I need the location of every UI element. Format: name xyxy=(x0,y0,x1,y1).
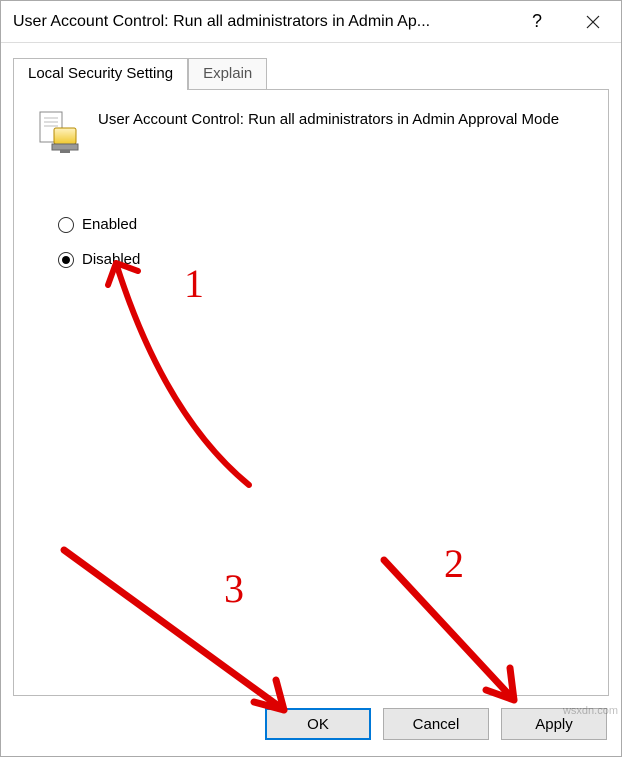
dialog-window: User Account Control: Run all administra… xyxy=(0,0,622,757)
tab-local-security-setting[interactable]: Local Security Setting xyxy=(13,58,188,90)
watermark: wsxdn.com xyxy=(563,705,618,717)
radio-label: Disabled xyxy=(82,251,140,268)
tab-content: User Account Control: Run all administra… xyxy=(13,89,609,696)
window-title: User Account Control: Run all administra… xyxy=(13,13,509,31)
button-row: OK Cancel Apply xyxy=(1,696,621,756)
radio-group: Enabled Disabled xyxy=(58,216,588,268)
setting-header: User Account Control: Run all administra… xyxy=(34,108,588,156)
policy-icon xyxy=(34,108,82,156)
titlebar: User Account Control: Run all administra… xyxy=(1,1,621,43)
cancel-button[interactable]: Cancel xyxy=(383,708,489,740)
tab-label: Explain xyxy=(203,65,252,82)
annotation-number-3: 3 xyxy=(224,565,244,612)
button-label: Apply xyxy=(535,716,573,733)
setting-title: User Account Control: Run all administra… xyxy=(98,108,559,156)
radio-icon xyxy=(58,217,74,233)
tab-strip: Local Security Setting Explain xyxy=(1,43,621,89)
ok-button[interactable]: OK xyxy=(265,708,371,740)
help-button[interactable]: ? xyxy=(509,1,565,43)
radio-icon xyxy=(58,252,74,268)
radio-disabled[interactable]: Disabled xyxy=(58,251,588,268)
close-button[interactable] xyxy=(565,1,621,43)
tab-label: Local Security Setting xyxy=(28,65,173,82)
button-label: OK xyxy=(307,716,329,733)
radio-enabled[interactable]: Enabled xyxy=(58,216,588,233)
close-icon xyxy=(586,15,600,29)
tab-explain[interactable]: Explain xyxy=(188,58,267,90)
button-label: Cancel xyxy=(413,716,460,733)
annotation-arrow-2 xyxy=(374,550,554,720)
annotation-number-2: 2 xyxy=(444,540,464,587)
annotation-arrow-1 xyxy=(104,245,284,505)
radio-label: Enabled xyxy=(82,216,137,233)
